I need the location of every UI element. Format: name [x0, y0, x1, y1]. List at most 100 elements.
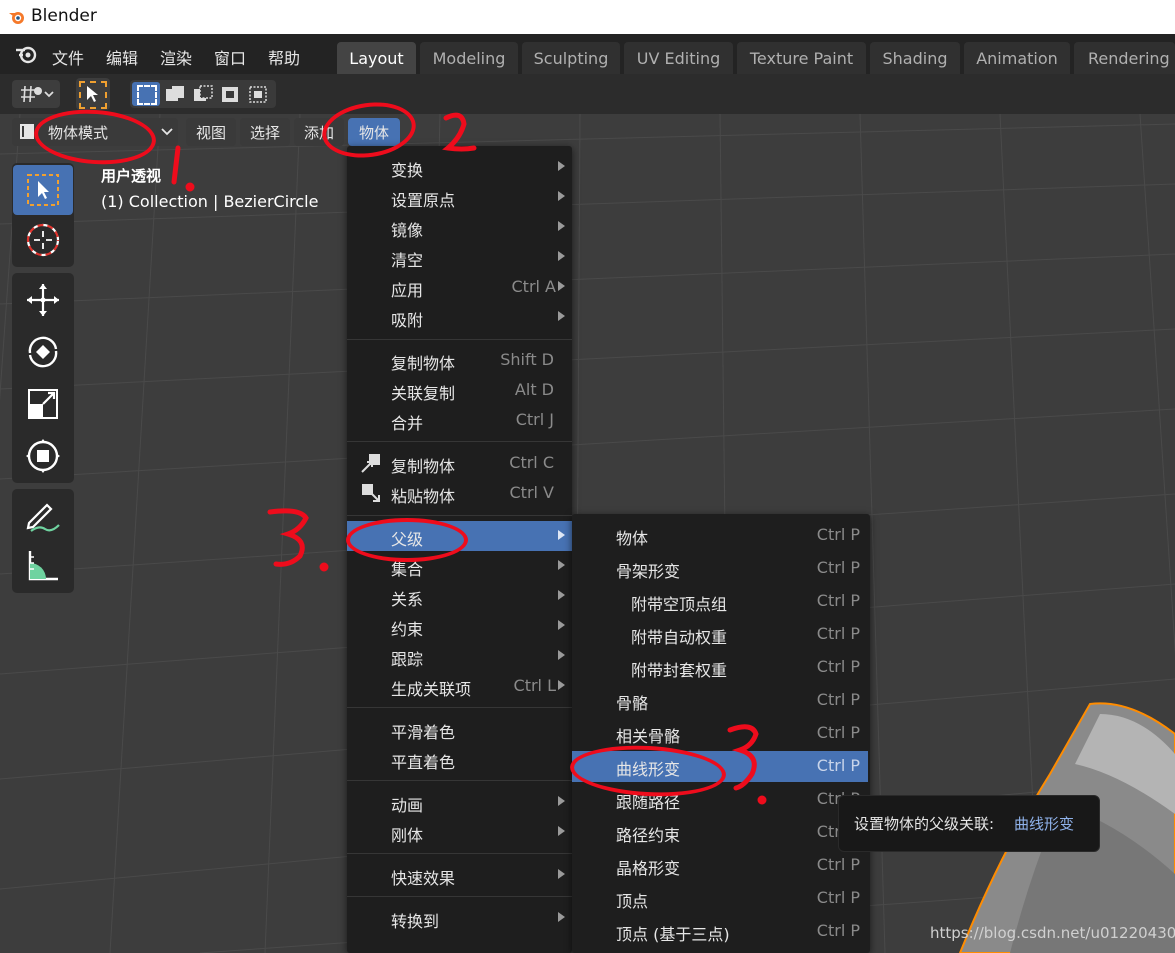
- copy-icon: [361, 454, 380, 473]
- transform-pivot-button[interactable]: [12, 80, 60, 108]
- menu-item-label: 快速效果: [391, 869, 456, 888]
- parent-menu-item[interactable]: 路径约束Ctrl P: [572, 817, 868, 848]
- watermark-text: https://blog.csdn.net/u012204304: [930, 924, 1175, 942]
- tool-move[interactable]: [13, 275, 73, 325]
- invert-selection-icon[interactable]: [220, 84, 242, 104]
- menu-window[interactable]: 窗口: [214, 45, 246, 69]
- blender-menu-icon[interactable]: [14, 44, 38, 64]
- parent-menu-item[interactable]: 顶点 Ctrl P: [572, 883, 868, 914]
- menu-help[interactable]: 帮助: [268, 45, 300, 69]
- menu-item-shortcut: Ctrl P: [816, 723, 860, 742]
- tool-header: [0, 74, 1175, 114]
- object-menu-item[interactable]: 快速效果: [347, 860, 572, 890]
- chevron-down-icon: [161, 128, 173, 136]
- menu-view[interactable]: 视图: [186, 118, 236, 146]
- object-menu-item[interactable]: 粘贴物体 Ctrl V: [347, 478, 572, 508]
- select-tool-button[interactable]: [76, 78, 110, 110]
- object-menu-item[interactable]: 约束: [347, 611, 572, 641]
- tool-rotate[interactable]: [13, 327, 73, 377]
- parent-menu-item[interactable]: 附带封套权重 Ctrl P: [572, 652, 868, 683]
- tab-texture-paint[interactable]: Texture Paint: [737, 42, 866, 74]
- object-menu-item[interactable]: 合并 Ctrl J: [347, 405, 572, 435]
- submenu-arrow-icon: [558, 680, 565, 690]
- parent-menu-item[interactable]: 附带空顶点组 Ctrl P: [572, 586, 868, 617]
- tool-transform[interactable]: [13, 431, 73, 481]
- select-box-icon: [27, 174, 59, 206]
- parent-menu-item[interactable]: 物体 Ctrl P: [572, 520, 868, 551]
- tool-cursor[interactable]: [13, 215, 73, 265]
- menu-item-label: 复制物体: [391, 354, 456, 373]
- object-menu-item[interactable]: 跟踪: [347, 641, 572, 671]
- object-menu-item[interactable]: 复制物体 Ctrl C: [347, 448, 572, 478]
- object-menu-item[interactable]: 变换: [347, 152, 572, 182]
- menu-item-label: 清空: [391, 251, 424, 270]
- tool-annotate[interactable]: [13, 491, 73, 541]
- scale-icon: [28, 389, 58, 419]
- object-menu-item[interactable]: 平直着色: [347, 744, 572, 774]
- object-menu-item[interactable]: 关系: [347, 581, 572, 611]
- object-menu-item[interactable]: 平滑着色: [347, 714, 572, 744]
- menu-select[interactable]: 选择: [240, 118, 290, 146]
- object-menu-item[interactable]: 生成关联项 Ctrl L: [347, 671, 572, 701]
- tab-sculpting[interactable]: Sculpting: [522, 42, 620, 74]
- menu-item-shortcut: Shift D: [500, 350, 554, 369]
- parent-menu-item[interactable]: 附带自动权重 Ctrl P: [572, 619, 868, 650]
- intersect-selection-icon[interactable]: [248, 84, 270, 104]
- menu-item-label: 应用: [391, 281, 424, 300]
- annotation-circle-parent: [346, 518, 468, 562]
- submenu-arrow-icon: [558, 221, 565, 231]
- menu-separator: [347, 780, 572, 781]
- tab-rendering[interactable]: Rendering: [1074, 42, 1175, 74]
- extend-selection-icon[interactable]: [164, 84, 186, 104]
- menu-item-shortcut: Ctrl P: [816, 558, 860, 577]
- menu-item-shortcut: Ctrl A: [511, 277, 557, 296]
- menu-item-shortcut: Ctrl P: [816, 690, 860, 709]
- object-menu-item[interactable]: 刚体: [347, 817, 572, 847]
- parent-menu-item[interactable]: 相关骨骼 Ctrl P: [572, 718, 868, 749]
- menu-edit[interactable]: 编辑: [106, 45, 138, 69]
- menu-render[interactable]: 渲染: [160, 45, 192, 69]
- tool-scale[interactable]: [13, 379, 73, 429]
- menu-item-shortcut: Ctrl P: [816, 756, 860, 775]
- submenu-arrow-icon: [558, 620, 565, 630]
- menu-item-label: 跟踪: [391, 650, 424, 669]
- object-menu-item[interactable]: 清空: [347, 242, 572, 272]
- selection-mode-group: [130, 80, 276, 108]
- subtract-selection-icon[interactable]: [192, 84, 214, 104]
- menu-separator: [347, 707, 572, 708]
- tab-layout[interactable]: Layout: [337, 42, 416, 74]
- menu-item-label: 附带封套权重: [631, 661, 728, 680]
- paste-icon: [362, 484, 380, 502]
- window-title: Blender: [31, 6, 97, 26]
- object-menu-item[interactable]: 设置原点: [347, 182, 572, 212]
- object-menu-item[interactable]: 动画: [347, 787, 572, 817]
- parent-menu-item[interactable]: 骨骼 Ctrl P: [572, 685, 868, 716]
- tab-uv-editing[interactable]: UV Editing: [624, 42, 733, 74]
- tool-select-box[interactable]: [13, 165, 73, 215]
- object-menu-item[interactable]: 复制物体 Shift D: [347, 345, 572, 375]
- tab-shading[interactable]: Shading: [870, 42, 960, 74]
- menu-file[interactable]: 文件: [52, 45, 84, 69]
- menu-item-label: 顶点 (基于三点): [616, 925, 730, 944]
- object-menu-item[interactable]: 镜像: [347, 212, 572, 242]
- tool-measure[interactable]: [13, 541, 73, 591]
- menu-item-label: 镜像: [391, 221, 424, 240]
- menu-item-label: 关系: [391, 590, 424, 609]
- submenu-arrow-icon: [558, 826, 565, 836]
- object-menu-item[interactable]: 转换到: [347, 903, 572, 933]
- active-object-label: (1) Collection | BezierCircle: [101, 192, 319, 211]
- parent-menu-item[interactable]: 晶格形变 Ctrl P: [572, 850, 868, 881]
- menu-item-label: 粘贴物体: [391, 487, 456, 506]
- 3d-cursor-icon: [26, 223, 60, 257]
- tab-modeling[interactable]: Modeling: [420, 42, 518, 74]
- tab-animation[interactable]: Animation: [964, 42, 1070, 74]
- parent-menu-item[interactable]: 骨架形变 Ctrl P: [572, 553, 868, 584]
- object-menu-item[interactable]: 关联复制 Alt D: [347, 375, 572, 405]
- menu-item-label: 相关骨骼: [616, 727, 681, 746]
- object-menu-item[interactable]: 应用 Ctrl A: [347, 272, 572, 302]
- selection-mode-new[interactable]: [132, 82, 160, 106]
- parent-submenu: 物体 Ctrl P 骨架形变 Ctrl P 附带空顶点组 Ctrl P 附带自动权重 Ctrl…: [572, 514, 870, 953]
- object-menu-item[interactable]: 吸附: [347, 302, 572, 332]
- menu-item-label: 物体: [616, 529, 649, 548]
- parent-menu-item[interactable]: 顶点 (基于三点) Ctrl P: [572, 916, 868, 947]
